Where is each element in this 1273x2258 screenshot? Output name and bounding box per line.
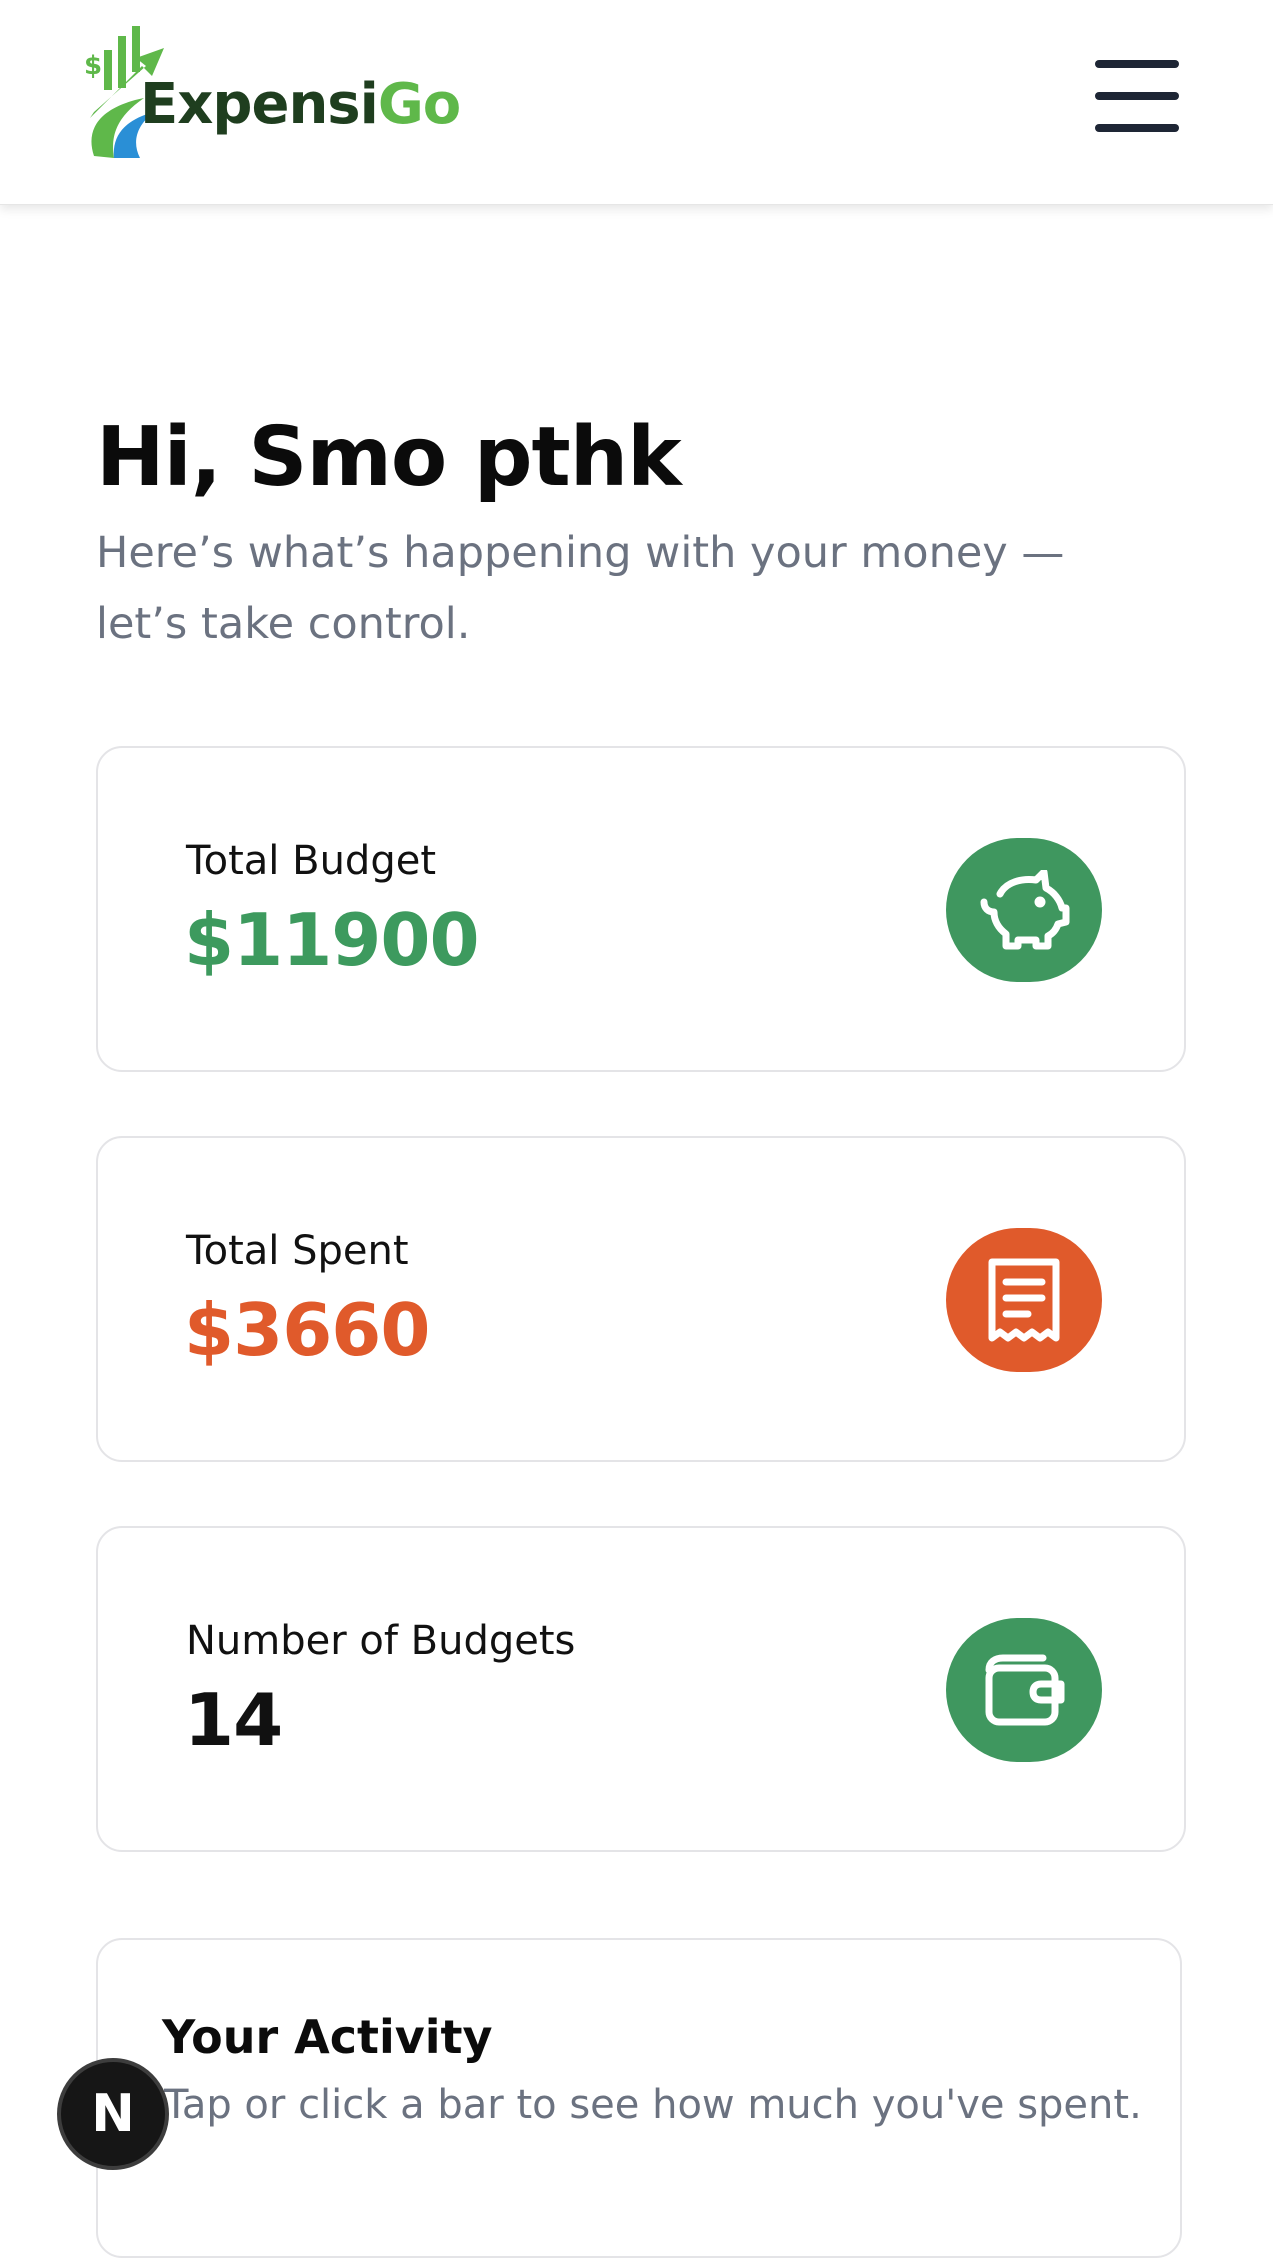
wallet-icon [946,1618,1102,1762]
brand-name: ExpensiGo [140,72,461,137]
menu-bar [1095,124,1179,132]
stat-value: $11900 [184,898,480,982]
receipt-icon [946,1228,1102,1372]
brand-logo[interactable]: $ ExpensiGo [84,26,464,162]
stat-label: Total Budget [186,838,436,884]
stat-value: 14 [184,1678,283,1762]
hamburger-menu-icon[interactable] [1090,56,1184,136]
menu-bar [1095,92,1179,100]
activity-subtitle: Tap or click a bar to see how much you'v… [164,2082,1142,2128]
nextjs-logo-icon: N [91,2084,135,2144]
stat-label: Total Spent [186,1228,409,1274]
piggy-bank-icon [946,838,1102,982]
stat-card-total-spent: Total Spent $3660 [96,1136,1186,1462]
page-title: Hi, Smo pthk [96,410,682,505]
brand-name-part1: Expensi [140,72,379,137]
stat-card-total-budget: Total Budget $11900 [96,746,1186,1072]
stat-card-number-of-budgets: Number of Budgets 14 [96,1526,1186,1852]
stat-value: $3660 [184,1288,430,1372]
activity-title: Your Activity [162,2010,493,2064]
stat-label: Number of Budgets [186,1618,576,1664]
brand-name-part2: Go [377,72,461,137]
menu-bar [1095,60,1179,68]
page-subtitle: Here’s what’s happening with your money … [96,528,1065,649]
nextjs-dev-badge[interactable]: N [57,2058,169,2170]
top-navbar: $ ExpensiGo [0,0,1273,205]
activity-chart-card: Your Activity Tap or click a bar to see … [96,1938,1182,2258]
svg-text:$: $ [84,51,102,81]
